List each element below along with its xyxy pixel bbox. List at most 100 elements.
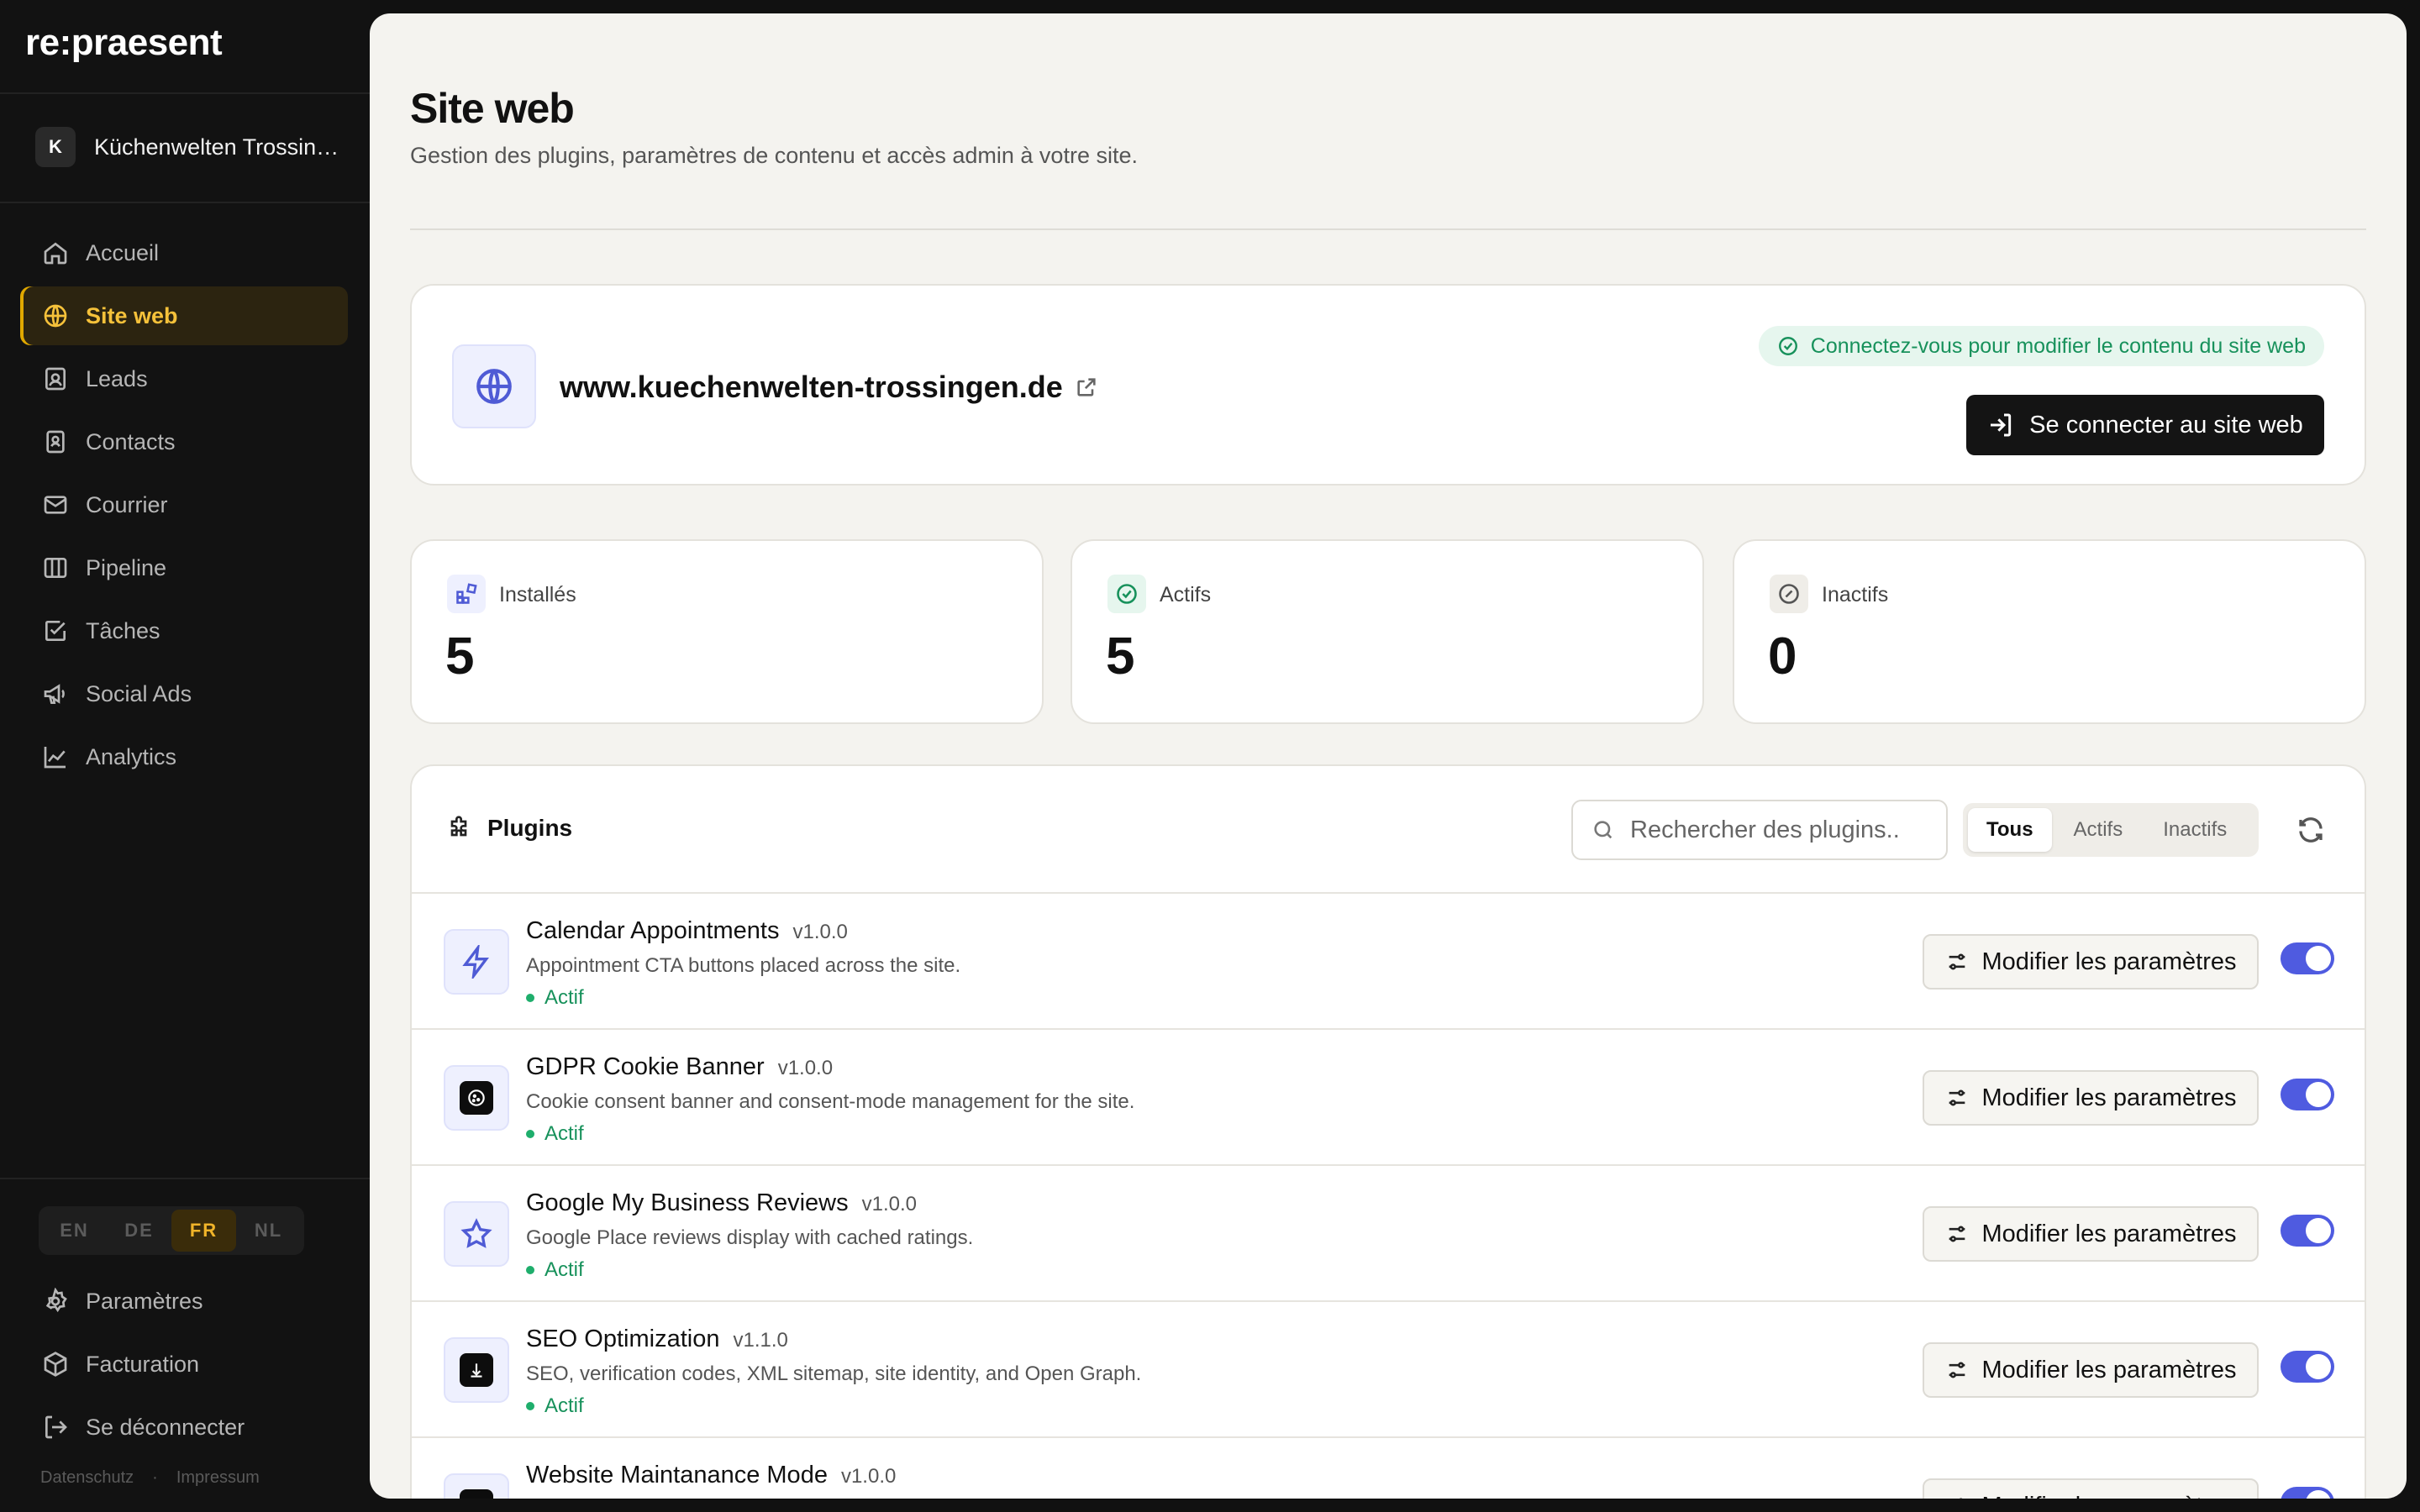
plugins-title-text: Plugins [487,815,573,841]
plugin-filter: Tous Actifs Inactifs [1963,803,2259,857]
mail-icon [44,496,67,514]
filter-all[interactable]: Tous [1968,808,2052,852]
language-option-de[interactable]: DE [107,1210,171,1252]
sidebar-item-label: Leads [86,365,148,391]
plugin-toggle[interactable] [2281,1079,2334,1110]
plugin-status: Actif [526,1258,584,1282]
plugin-status: Actif [526,986,584,1010]
billing-link[interactable]: Facturation [20,1335,348,1394]
line-chart-icon [44,747,66,769]
plugin-status-label: Actif [544,1122,584,1145]
edit-settings-button[interactable]: Modifier les paramètres [1923,1070,2259,1126]
connect-website-button[interactable]: Se connecter au site web [1966,395,2324,455]
edit-settings-button[interactable]: Modifier les paramètres [1923,1206,2259,1262]
plugin-toggle[interactable] [2281,1351,2334,1383]
edit-settings-button[interactable]: Modifier les paramètres [1923,934,2259,990]
plugin-name: Website Maintanance Mode [526,1462,828,1488]
app-logo[interactable]: re:praesent [25,22,223,64]
plugin-toggle[interactable] [2281,1487,2334,1499]
plugin-row: Calendar Appointments v1.0.0 Appointment… [412,894,2365,1030]
sliders-icon [1949,953,1965,970]
plugin-toggle[interactable] [2281,1215,2334,1247]
edit-settings-button[interactable]: Modifier les paramètres [1923,1342,2259,1398]
maintenance-icon [460,1489,493,1499]
sidebar-item-label: Site web [86,302,178,328]
status-dot [526,994,534,1002]
refresh-button[interactable] [2296,815,2329,848]
stat-value: 5 [1106,627,1135,685]
filter-inactive[interactable]: Inactifs [2144,808,2245,852]
status-dot [526,1402,534,1410]
status-dot [526,1266,534,1274]
sidebar-item-leads[interactable]: Leads [20,349,348,408]
sidebar-item-pipeline[interactable]: Pipeline [20,538,348,597]
sidebar-item-accueil[interactable]: Accueil [20,223,348,282]
plugin-title: Google My Business Reviews v1.0.0 [526,1189,917,1217]
settings-link[interactable]: Paramètres [20,1272,348,1331]
plugin-description: Appointment CTA buttons placed across th… [526,954,961,977]
stat-inactive: Inactifs 0 [1733,539,2366,724]
cookie-glyph [468,1089,485,1106]
edit-settings-button[interactable]: Modifier les paramètres [1923,1478,2259,1499]
filter-active[interactable]: Actifs [2055,808,2142,852]
connect-website-label: Se connecter au site web [2029,411,2303,438]
sidebar: re:praesent K Küchenwelten Trossingen Ac… [0,0,370,1512]
plugin-description: Google Place reviews display with cached… [526,1226,974,1249]
plugin-version: v1.1.0 [733,1329,788,1352]
sidebar-item-taches[interactable]: Tâches [20,601,348,660]
imprint-link[interactable]: Impressum [176,1468,260,1488]
status-dot [526,1130,534,1138]
plugin-status-label: Actif [544,986,584,1009]
blocks-icon [456,583,477,604]
search-icon [1594,821,1612,839]
privacy-link[interactable]: Datenschutz [40,1468,134,1488]
plugin-icon-box [444,929,509,995]
plugin-icon-box [444,1065,509,1131]
page-title: Site web [410,85,575,132]
megaphone-icon [44,684,65,704]
gear-icon [45,1288,67,1313]
workspace-name: Küchenwelten Trossingen [94,134,346,160]
login-icon [1991,413,2012,437]
main-nav: Accueil Site web Leads Contacts Courrier… [20,223,348,790]
legal-separator: · [152,1468,158,1487]
sidebar-item-courrier[interactable]: Courrier [20,475,348,534]
plugin-search-input[interactable] [1630,816,1933,844]
plugin-status-label: Actif [544,1394,584,1417]
sidebar-item-contacts[interactable]: Contacts [20,412,348,471]
contacts-book-icon [46,430,65,454]
globe-icon [476,369,512,404]
main-content: Site web Gestion des plugins, paramètres… [370,13,2407,1499]
active-icon-box [1107,575,1146,613]
bottom-nav: Paramètres Facturation Se déconnecter [20,1272,348,1461]
external-link-icon [1077,378,1096,396]
plugin-row: Website Maintanance Mode v1.0.0 Modifier… [412,1438,2365,1499]
legal-links: Datenschutz · Impressum [40,1468,260,1488]
plugin-icon-box [444,1201,509,1267]
language-option-en[interactable]: EN [42,1210,107,1252]
cookie-icon [460,1081,493,1115]
language-option-nl[interactable]: NL [236,1210,301,1252]
plugin-version: v1.0.0 [792,921,848,943]
package-icon [44,1352,67,1377]
plugin-version: v1.0.0 [861,1193,917,1215]
language-option-fr[interactable]: FR [171,1210,236,1252]
logout-link[interactable]: Se déconnecter [20,1398,348,1457]
sidebar-item-social-ads[interactable]: Social Ads [20,664,348,723]
sidebar-item-analytics[interactable]: Analytics [20,727,348,786]
slash-circle-icon [1779,584,1799,604]
edit-settings-label: Modifier les paramètres [1981,1220,2237,1247]
plugin-status-label: Actif [544,1258,584,1281]
stat-value: 5 [445,627,475,685]
sidebar-item-site-web[interactable]: Site web [20,286,348,345]
plugin-description: SEO, verification codes, XML sitemap, si… [526,1362,1142,1385]
contact-card-icon [45,367,66,391]
workspace-switcher[interactable]: K Küchenwelten Trossingen [35,126,346,168]
plugin-toggle[interactable] [2281,942,2334,974]
plugin-name: Google My Business Reviews [526,1189,849,1216]
sliders-icon [1949,1226,1965,1242]
globe-icon [44,304,67,328]
stat-label: Installés [499,583,576,606]
billing-label: Facturation [86,1351,200,1377]
website-url-link[interactable]: www.kuechenwelten-trossingen.de [560,370,1098,405]
